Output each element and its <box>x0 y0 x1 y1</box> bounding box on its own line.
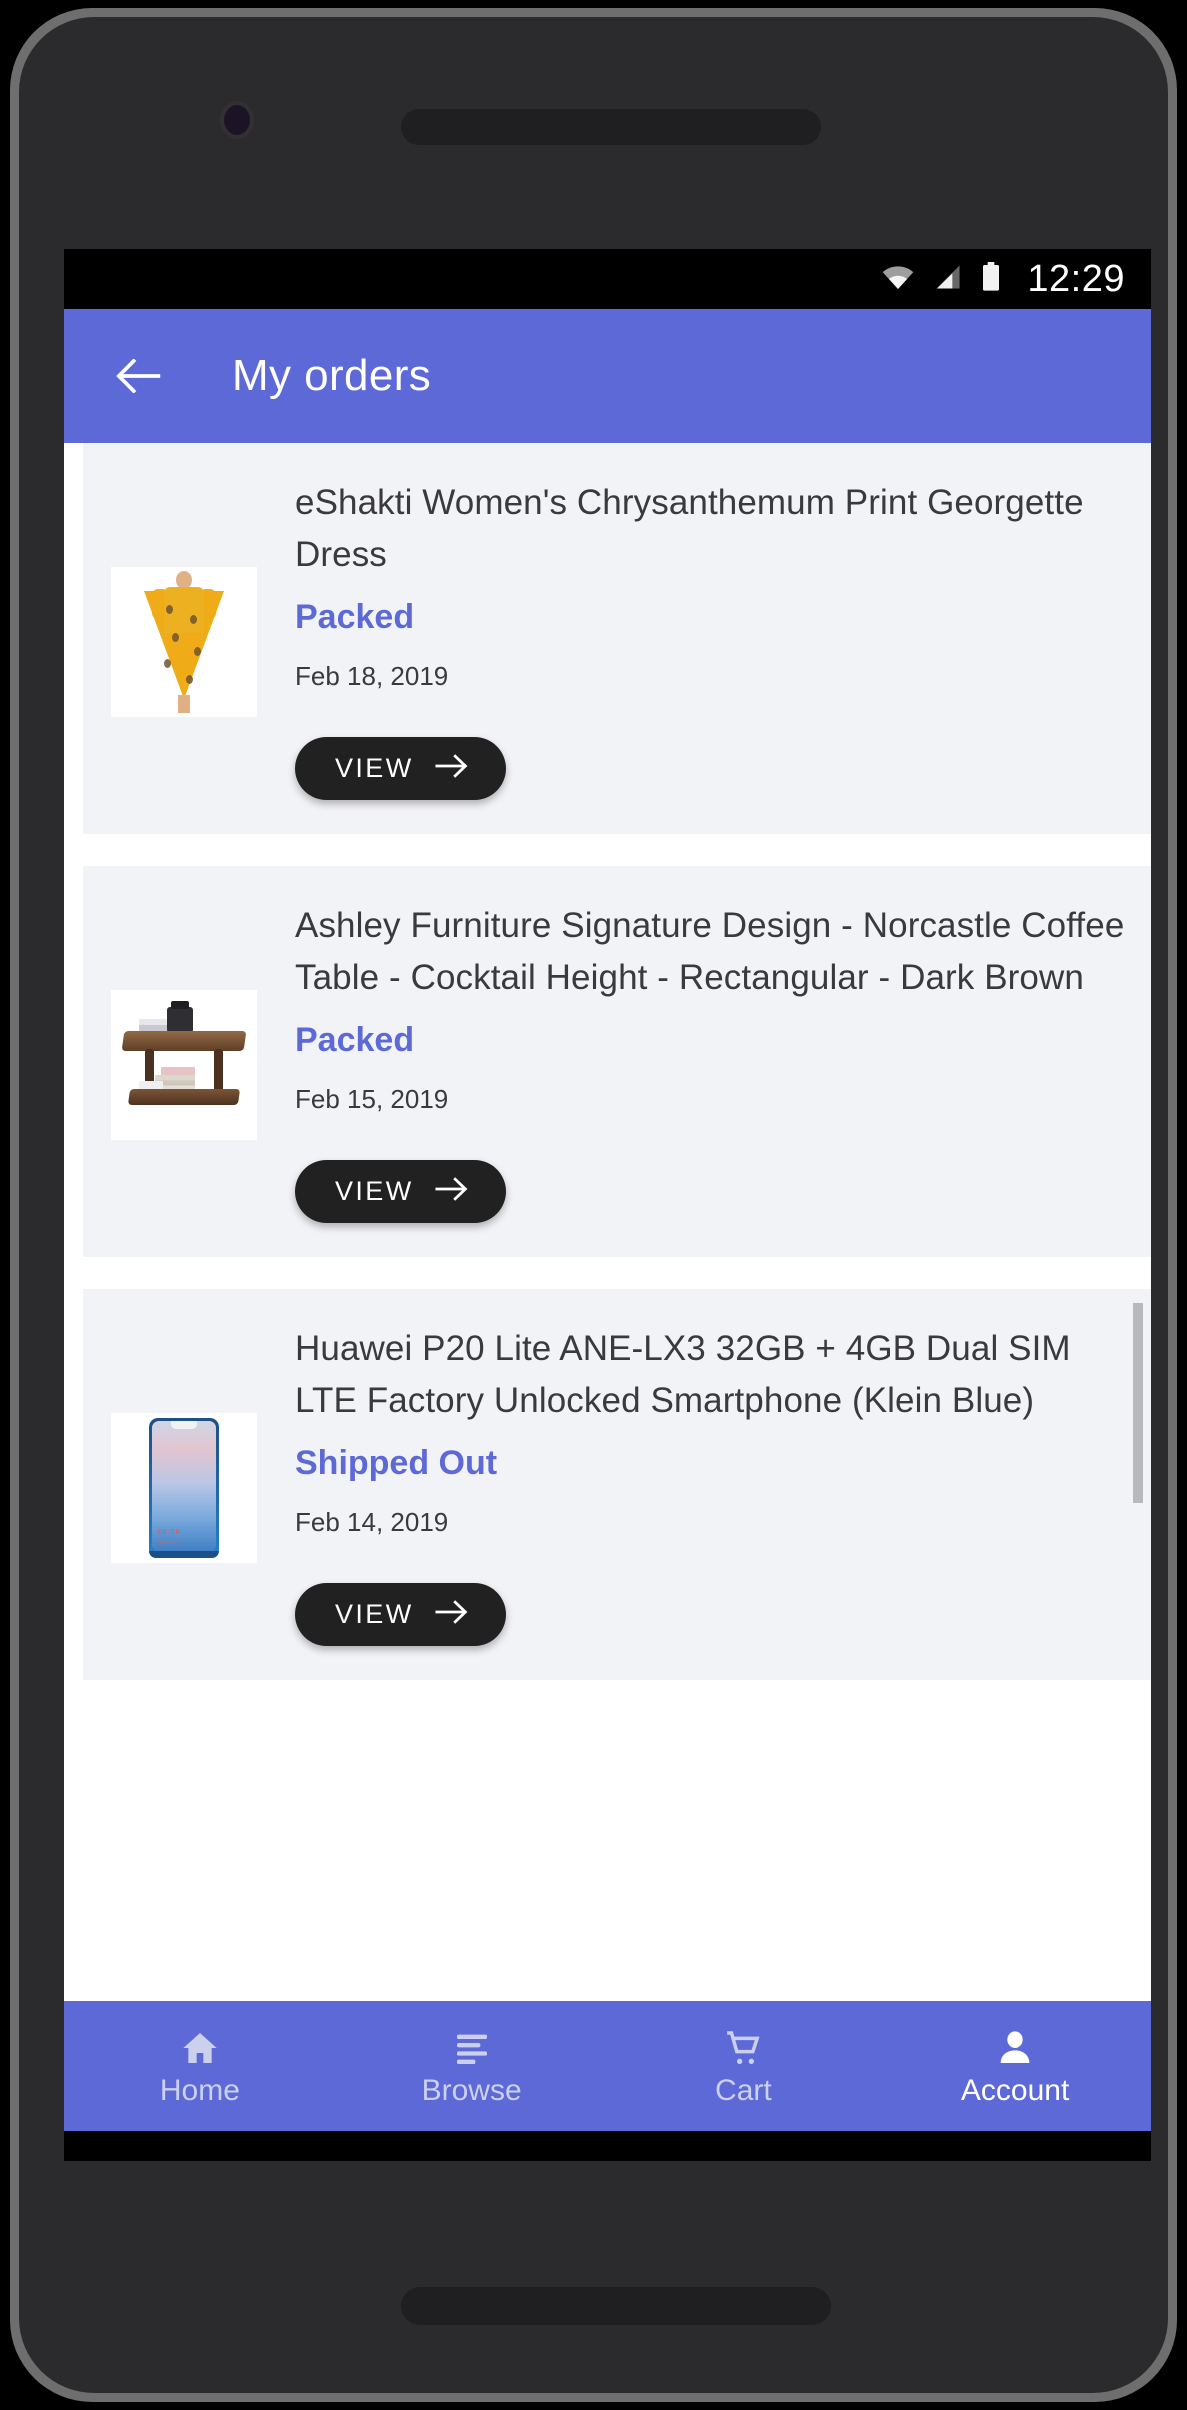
phone-device-frame: 12:29 My orders eShakti Women's Chrysant… <box>10 8 1177 2402</box>
home-icon <box>180 2026 220 2070</box>
order-status-badge: Packed <box>295 598 415 636</box>
order-product-title: Ashley Furniture Signature Design - Norc… <box>295 906 1125 997</box>
status-bar-clock: 12:29 <box>1027 258 1125 300</box>
nav-item-account[interactable]: Account <box>879 2026 1151 2106</box>
phone-body: 12:29 My orders eShakti Women's Chrysant… <box>19 17 1168 2393</box>
order-status-badge: Shipped Out <box>295 1444 498 1482</box>
order-date: Feb 18, 2019 <box>295 661 449 691</box>
android-system-nav <box>64 2131 1151 2161</box>
phone-screen: 12:29 My orders eShakti Women's Chrysant… <box>64 249 1151 2161</box>
arrow-right-icon <box>434 754 468 783</box>
arrow-right-icon <box>434 1600 468 1629</box>
front-camera-icon <box>224 105 250 135</box>
nav-label-home: Home <box>159 2074 240 2107</box>
dress-thumbnail <box>111 566 257 717</box>
battery-icon <box>981 261 1001 297</box>
nav-item-home[interactable]: Home <box>64 2026 336 2106</box>
order-thumbnail-container: 08:08 Wed, Feb 13 <box>109 1403 259 1563</box>
order-card[interactable]: Ashley Furniture Signature Design - Norc… <box>83 866 1151 1257</box>
earpiece-speaker <box>401 109 821 145</box>
order-card[interactable]: 08:08 Wed, Feb 13 Huawei P20 Lite ANE-LX… <box>83 1289 1151 1680</box>
order-status-badge: Packed <box>295 1021 415 1059</box>
list-icon <box>452 2026 492 2070</box>
view-order-button[interactable]: VIEW <box>295 1583 506 1646</box>
nav-label-cart: Cart <box>715 2074 772 2107</box>
back-button[interactable] <box>108 345 170 407</box>
coffee-table-thumbnail <box>111 989 257 1140</box>
nav-label-browse: Browse <box>421 2074 522 2107</box>
view-button-label: VIEW <box>335 1176 414 1206</box>
order-date: Feb 15, 2019 <box>295 1084 449 1114</box>
scrollbar-track[interactable] <box>1133 443 1143 2001</box>
order-thumbnail-container <box>109 557 259 717</box>
nav-item-cart[interactable]: Cart <box>608 2026 880 2106</box>
arrow-right-icon <box>434 1177 468 1206</box>
thumbnail-phone-date: Wed, Feb 13 <box>158 1538 181 1544</box>
thumbnail-phone-time: 08:08 <box>158 1528 181 1536</box>
orders-list[interactable]: eShakti Women's Chrysanthemum Print Geor… <box>64 443 1151 2001</box>
bottom-navigation-bar: Home Browse Cart Account <box>64 2001 1151 2131</box>
order-card[interactable]: eShakti Women's Chrysanthemum Print Geor… <box>83 443 1151 834</box>
person-icon <box>995 2026 1035 2070</box>
wifi-icon <box>881 264 915 295</box>
view-button-label: VIEW <box>335 1599 414 1629</box>
scrollbar-thumb[interactable] <box>1133 1303 1143 1503</box>
cart-icon <box>723 2026 763 2070</box>
order-date: Feb 14, 2019 <box>295 1507 449 1537</box>
bottom-speaker <box>401 2287 831 2325</box>
status-bar-icons <box>881 261 1001 297</box>
page-title: My orders <box>232 351 432 400</box>
smartphone-thumbnail: 08:08 Wed, Feb 13 <box>111 1412 257 1563</box>
order-thumbnail-container <box>109 980 259 1140</box>
view-order-button[interactable]: VIEW <box>295 737 506 800</box>
view-button-label: VIEW <box>335 753 414 783</box>
android-status-bar: 12:29 <box>64 249 1151 309</box>
arrow-left-icon <box>116 359 161 393</box>
nav-item-browse[interactable]: Browse <box>336 2026 608 2106</box>
view-order-button[interactable]: VIEW <box>295 1160 506 1223</box>
nav-label-account: Account <box>960 2074 1070 2107</box>
order-product-title: Huawei P20 Lite ANE-LX3 32GB + 4GB Dual … <box>295 1329 1071 1420</box>
order-product-title: eShakti Women's Chrysanthemum Print Geor… <box>295 483 1084 574</box>
app-bar: My orders <box>64 309 1151 443</box>
cell-signal-icon <box>933 264 963 295</box>
